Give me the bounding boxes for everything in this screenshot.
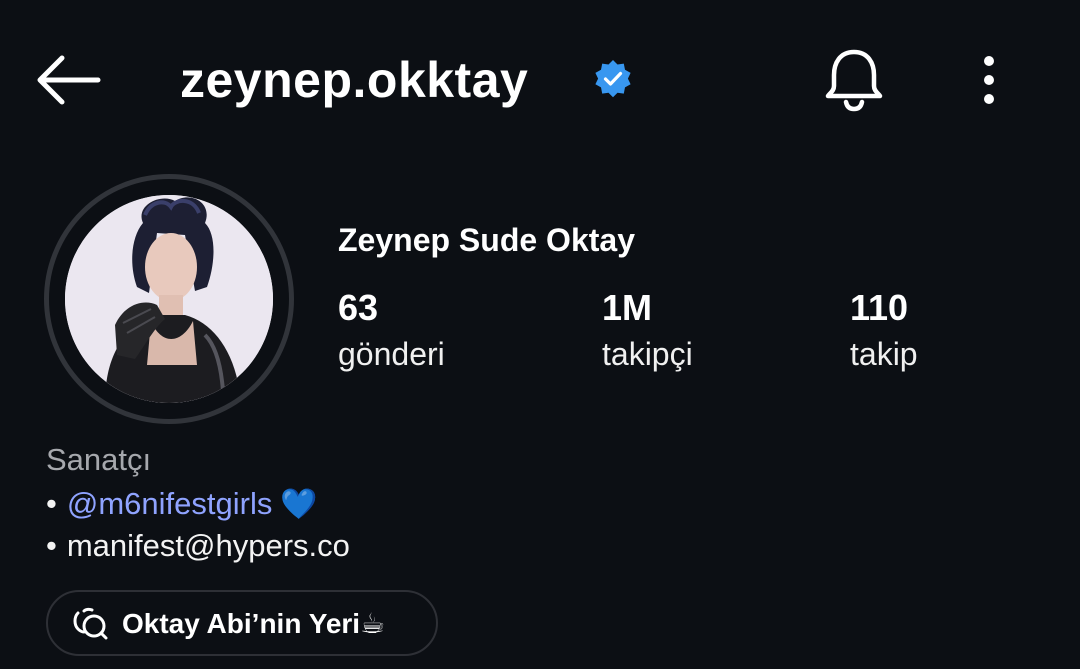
bell-icon: [825, 49, 883, 112]
back-button[interactable]: [28, 48, 108, 112]
bio-line-email: • manifest@hypers.co: [46, 526, 350, 566]
more-options-button[interactable]: [966, 50, 1012, 110]
threads-icon: [73, 607, 108, 640]
verified-badge-icon: [595, 60, 631, 98]
bio-line-mention: • @m6nifestgirls 💙: [46, 484, 318, 525]
stat-followers[interactable]: 1M takipçi: [602, 286, 693, 378]
stat-posts[interactable]: 63 gönderi: [338, 286, 445, 378]
stat-following[interactable]: 110 takip: [850, 286, 918, 378]
threads-profile-button[interactable]: Oktay Abi’nin Yeri☕: [46, 590, 438, 656]
profile-screen: zeynep.okktay Zeynep Sude Oktay 63 gönde…: [0, 0, 1080, 669]
bio-bullet: •: [46, 528, 57, 563]
arrow-left-icon: [37, 55, 101, 105]
stat-followers-label: takipçi: [602, 336, 693, 372]
avatar-image: [65, 195, 273, 403]
stat-posts-count: 63: [338, 287, 379, 328]
profile-username: zeynep.okktay: [180, 52, 529, 108]
profile-full-name: Zeynep Sude Oktay: [338, 222, 635, 258]
avatar-ring[interactable]: [44, 174, 294, 424]
bio-email: manifest@hypers.co: [66, 528, 350, 563]
more-vertical-icon: [984, 56, 994, 104]
stat-following-count: 110: [850, 287, 909, 328]
stat-followers-count: 1M: [602, 287, 653, 328]
stat-posts-label: gönderi: [338, 336, 445, 372]
bio-bullet: •: [46, 486, 57, 521]
bio-mention-link[interactable]: @m6nifestgirls: [67, 486, 272, 521]
notifications-button[interactable]: [818, 44, 890, 116]
stat-following-label: takip: [850, 336, 918, 372]
threads-label: Oktay Abi’nin Yeri☕: [122, 607, 386, 639]
blue-heart-emoji: 💙: [280, 488, 318, 521]
avatar: [65, 195, 273, 403]
profile-category: Sanatçı: [46, 442, 152, 477]
